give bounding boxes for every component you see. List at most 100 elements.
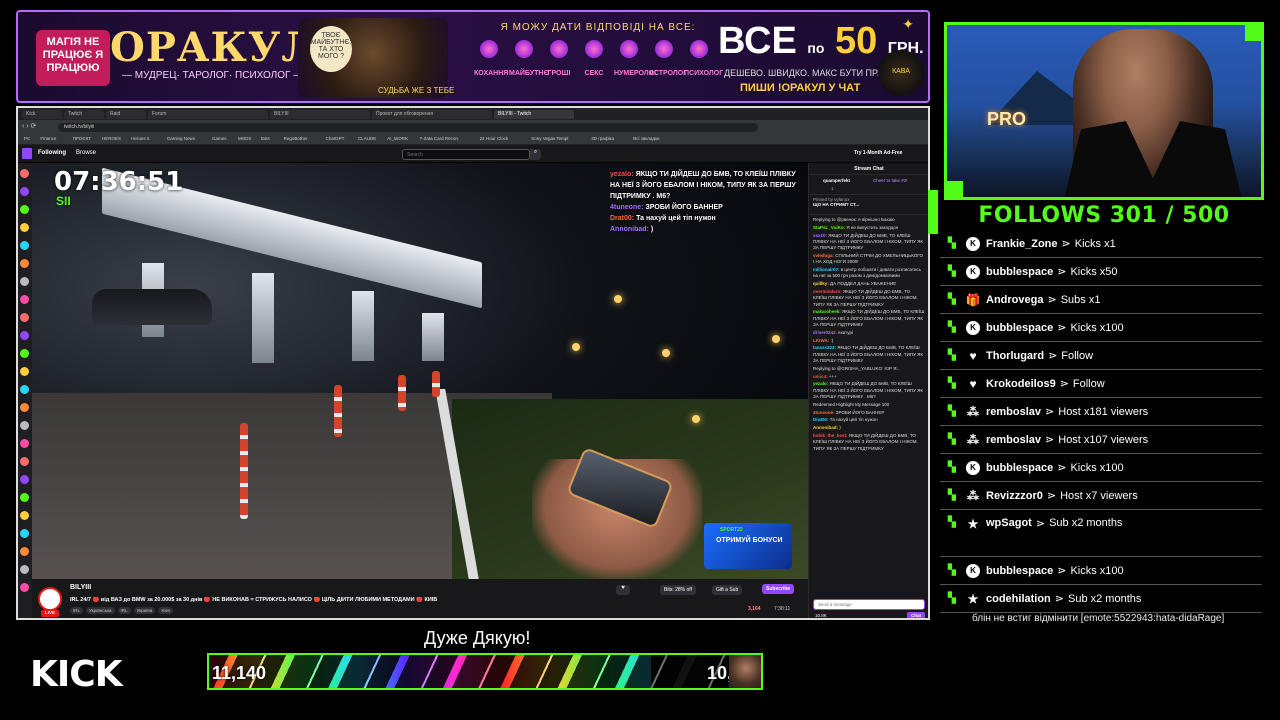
bookmark-item[interactable]: 7-Zata Card Recon. (420, 136, 460, 141)
followed-channel-avatar[interactable] (20, 277, 29, 286)
frame-corner (947, 181, 963, 197)
followed-channel-avatar[interactable] (20, 313, 29, 322)
promo-badge[interactable]: SPORT22 ОТРИМУЙ БОНУСИ (704, 523, 792, 569)
bookmark-item[interactable]: HEROES (102, 136, 121, 141)
bookmark-item[interactable]: Gaming News (167, 136, 195, 141)
followed-channel-avatar[interactable] (20, 295, 29, 304)
bits-button[interactable]: Bits: 28% off (660, 585, 696, 595)
browser-tab[interactable]: Forum (148, 110, 268, 119)
streamer-avatar[interactable] (38, 587, 62, 611)
gift-sub-button[interactable]: Gift a Sub (712, 585, 743, 595)
bookmark-item[interactable]: AI_WORK (387, 136, 408, 141)
browser-tab-strip[interactable]: Kick Twitch Raid Forum BILYIII Проект дл… (18, 108, 928, 120)
back-forward-icon[interactable]: ‹ › ⟳ (22, 122, 36, 130)
event-row: ▚ Kbubblespace ⋗ Kicks x50 (940, 258, 1262, 286)
nav-browse[interactable]: Browse (76, 150, 96, 156)
bookmark-item[interactable]: Games (212, 136, 227, 141)
followed-channel-avatar[interactable] (20, 439, 29, 448)
chat-text: Та нахуй цей тіп нужон (829, 417, 878, 423)
gift-user[interactable]: quamperfekt (823, 178, 850, 183)
chat-username[interactable]: vvleduga: (813, 253, 834, 258)
follow-heart-icon[interactable]: ♥ (616, 585, 630, 595)
chat-username[interactable]: LIGWA: (813, 338, 829, 343)
followed-channel-avatar[interactable] (20, 331, 29, 340)
chat-username[interactable]: yezalo: (813, 381, 828, 386)
bookmark-item[interactable]: ChatGPT (326, 136, 345, 141)
followed-channel-avatar[interactable] (20, 457, 29, 466)
followed-channel-avatar[interactable] (20, 529, 29, 538)
bookmark-item[interactable]: CLAUDE (358, 136, 376, 141)
bookmark-item[interactable]: RegoBother (284, 136, 308, 141)
bookmark-item[interactable]: 3D графіка (591, 136, 614, 141)
channel-points[interactable]: 10.8K (815, 613, 827, 618)
bookmark-item[interactable]: Finance (40, 136, 56, 141)
chat-username[interactable]: 4tuneone: (813, 410, 835, 415)
bookmark-item[interactable]: Bots (261, 136, 270, 141)
browser-tab[interactable]: BILYIII (270, 110, 370, 119)
cheer-button[interactable]: Cheer to take #2! (873, 178, 908, 183)
event-user: bubblespace (986, 564, 1054, 577)
chat-username[interactable]: bobik_the_best: (813, 433, 848, 438)
twitch-logo-icon[interactable] (22, 148, 32, 159)
followed-channel-avatar[interactable] (20, 349, 29, 358)
lips-icon (585, 40, 603, 58)
streamer-name[interactable]: BILYIII (70, 584, 91, 591)
chat-username[interactable]: quillky: (813, 281, 829, 286)
followed-channel-avatar[interactable] (20, 547, 29, 556)
browser-tab[interactable]: Kick (22, 110, 62, 119)
search-input[interactable] (402, 149, 530, 160)
goal-thumbnail (729, 655, 761, 688)
followed-channel-avatar[interactable] (20, 403, 29, 412)
bookmark-item[interactable]: MODS (238, 136, 252, 141)
subscribe-button[interactable]: Subscribe (762, 584, 795, 594)
search-icon[interactable]: ⌕ (530, 149, 541, 160)
followed-channel-avatar[interactable] (20, 187, 29, 196)
url-field[interactable]: twitch.tv/bilyiii (58, 123, 758, 132)
chat-username[interactable]: Drat00: (813, 417, 829, 422)
followed-channel-avatar[interactable] (20, 169, 29, 178)
ad-free-button[interactable]: Try 1-Month Ad-Free (854, 150, 902, 156)
bookmark-item[interactable]: 24 Hour Clock (480, 136, 509, 141)
chat-username[interactable]: lansss323: (813, 345, 836, 350)
followed-channel-avatar[interactable] (20, 565, 29, 574)
pinned-message[interactable]: Pinned by vylanox ЩО НА СТРИМ? СТ... (809, 195, 928, 215)
browser-tab[interactable]: Raid (106, 110, 146, 119)
nav-following[interactable]: Following (38, 150, 66, 156)
stream-tag-chip[interactable]: IRL (117, 607, 131, 614)
event-arrow-icon: ▚ (948, 434, 956, 445)
followed-channel-avatar[interactable] (20, 223, 29, 232)
stream-tag-chip[interactable]: Kiev (158, 607, 174, 614)
chat-username[interactable]: millionair07: (813, 267, 840, 272)
followed-channel-avatar[interactable] (20, 259, 29, 268)
followed-channel-avatar[interactable] (20, 385, 29, 394)
chat-send-button[interactable]: Chat (907, 612, 925, 618)
followed-channel-avatar[interactable] (20, 583, 29, 592)
chat-username[interactable]: xsx10: (813, 233, 827, 238)
bookmark-item[interactable]: Всі закладки (633, 136, 659, 141)
followed-channel-avatar[interactable] (20, 205, 29, 214)
browser-tab[interactable]: Проект для обговорення (372, 110, 492, 119)
chat-username[interactable]: Annonibad: (813, 425, 838, 430)
followed-channel-avatar[interactable] (20, 511, 29, 520)
bookmark-item[interactable]: ПРОЄКТ (73, 136, 91, 141)
chat-username[interactable]: overmindern: (813, 289, 842, 294)
bookmark-item[interactable]: Heroes 5 (131, 136, 149, 141)
chat-username[interactable]: umic4: (813, 374, 828, 379)
stream-tag-chip[interactable]: IRL (70, 607, 84, 614)
followed-channel-avatar[interactable] (20, 493, 29, 502)
chat-input[interactable] (813, 599, 925, 610)
bookmark-item[interactable]: Sony Vegas Templ (531, 136, 568, 141)
chat-username[interactable]: makaroheek: (813, 309, 841, 314)
bookmark-item[interactable]: PC (24, 136, 30, 141)
chat-username[interactable]: StaPsL_VuiKo: (813, 225, 845, 230)
video-player[interactable]: 07:36:51 SII yezalo: ЯКЩО ТИ ДІЙДЕШ ДО Б… (32, 163, 808, 579)
stream-tag-chip[interactable]: Україна (133, 607, 156, 614)
followed-channel-avatar[interactable] (20, 241, 29, 250)
browser-tab-active[interactable]: BILYIII - Twitch (494, 110, 574, 119)
browser-tab[interactable]: Twitch (64, 110, 104, 119)
followed-channel-avatar[interactable] (20, 367, 29, 376)
followed-channel-avatar[interactable] (20, 475, 29, 484)
chat-username[interactable]: driver0242: (813, 330, 837, 335)
followed-channel-avatar[interactable] (20, 421, 29, 430)
stream-tag-chip[interactable]: Українська (86, 607, 115, 614)
